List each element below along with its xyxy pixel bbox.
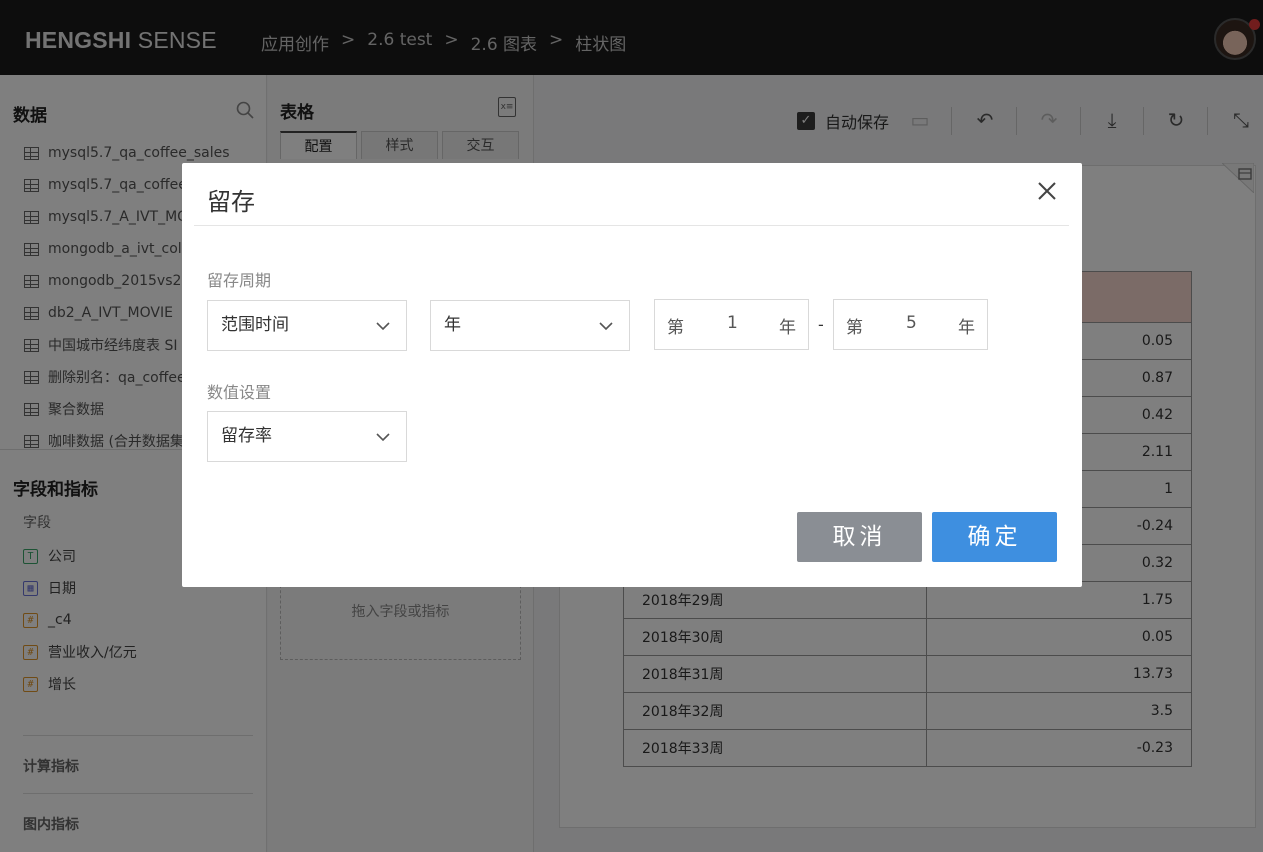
- value-setting-label: 数值设置: [207, 383, 272, 402]
- range-separator: -: [818, 315, 824, 334]
- range-type-select[interactable]: 范围时间: [207, 300, 407, 351]
- cancel-button[interactable]: 取消: [797, 512, 922, 562]
- confirm-button[interactable]: 确定: [932, 512, 1057, 562]
- granularity-select[interactable]: 年: [430, 300, 630, 351]
- range-start-input[interactable]: 第 1 年: [654, 299, 809, 350]
- chevron-down-icon: [376, 433, 390, 442]
- retention-dialog: 留存 留存周期 范围时间 年 第 1 年 - 第 5 年 数值设置 留存率 取消…: [182, 163, 1082, 587]
- range-end-value[interactable]: 5: [906, 313, 917, 333]
- chevron-down-icon: [599, 322, 613, 331]
- divider: [194, 225, 1069, 226]
- retention-period-label: 留存周期: [207, 271, 272, 290]
- value-type-select[interactable]: 留存率: [207, 411, 407, 462]
- range-start-value[interactable]: 1: [727, 313, 738, 333]
- close-icon[interactable]: [1035, 179, 1059, 203]
- chevron-down-icon: [376, 322, 390, 331]
- dialog-title: 留存: [207, 188, 255, 216]
- range-end-input[interactable]: 第 5 年: [833, 299, 988, 350]
